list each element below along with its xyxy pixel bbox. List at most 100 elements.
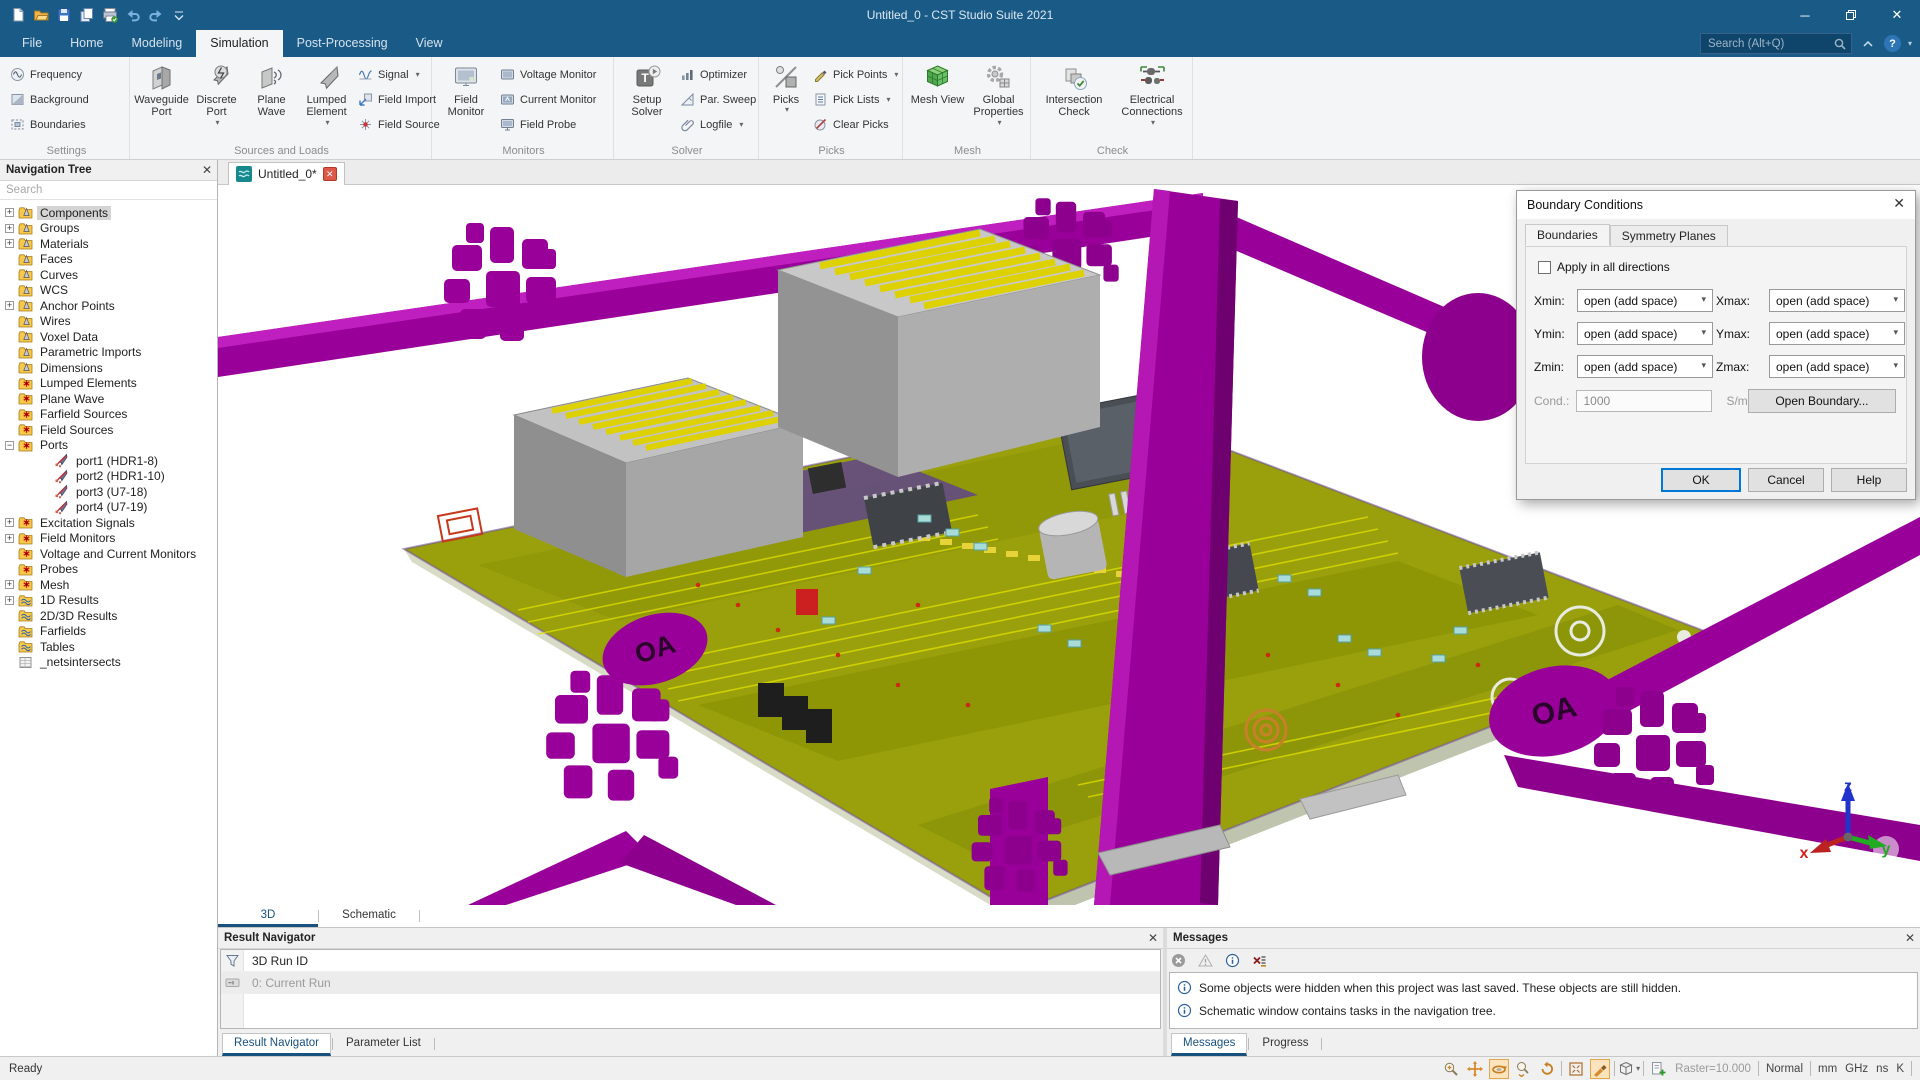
tree-item-wcs[interactable]: WCS [0,283,217,299]
print-button[interactable] [100,5,120,25]
dialog-tab-symmetry-planes[interactable]: Symmetry Planes [1610,225,1728,247]
tree-item-materials[interactable]: +Materials [0,236,217,252]
restore-button[interactable] [1828,0,1874,30]
ok-button[interactable]: OK [1661,468,1741,492]
optimizer-button[interactable]: Optimizer [676,62,760,87]
warnings-filter-button[interactable] [1198,953,1213,968]
close-button[interactable]: ✕ [1874,0,1920,30]
field-import-button[interactable]: Field Import [354,87,444,112]
run-id-filter-row[interactable]: 3D Run ID [221,950,1160,972]
customize-quick-access-button[interactable] [169,5,189,25]
tree-item-farfield-sources[interactable]: Farfield Sources [0,407,217,423]
run-row[interactable]: 0: Current Run [221,972,1160,994]
intersection-check-button[interactable]: Intersection Check [1035,60,1113,139]
unit-k[interactable]: K [1896,1063,1904,1075]
messages-close-icon[interactable]: ✕ [1905,928,1915,949]
ymin-select[interactable]: open (add space)▾ [1577,322,1713,345]
tab-modeling[interactable]: Modeling [118,30,197,57]
tree-search-input[interactable] [0,181,217,199]
minimize-button[interactable]: ─ [1782,0,1828,30]
background-button[interactable]: Background [6,87,93,112]
tab-home[interactable]: Home [56,30,117,57]
pan-button[interactable] [1465,1059,1485,1079]
document-tab-close-icon[interactable]: ✕ [323,167,337,181]
par-sweep-button[interactable]: Par. Sweep [676,87,760,112]
waveguide-port-button[interactable]: Waveguide Port [134,60,189,139]
tree-item-port4-u7-19[interactable]: port4 (U7-19) [0,500,217,516]
mesh-view-button[interactable]: Mesh View [907,60,968,139]
cube-menu-button[interactable]: ▾ [1619,1059,1639,1079]
expand-plus-icon[interactable]: + [5,518,14,527]
tab-file[interactable]: File [8,30,56,57]
dialog-titlebar[interactable]: Boundary Conditions ✕ [1517,191,1915,219]
errors-filter-button[interactable] [1171,953,1186,968]
tree-item-excitation-signals[interactable]: +Excitation Signals [0,515,217,531]
tree-item-voltage-and-current-monitors[interactable]: Voltage and Current Monitors [0,546,217,562]
boundaries-button[interactable]: Boundaries [6,112,93,137]
expand-plus-icon[interactable]: + [5,301,14,310]
dialog-close-icon[interactable]: ✕ [1893,195,1905,212]
field-probe-button[interactable]: Field Probe [496,112,600,137]
dialog-tab-boundaries[interactable]: Boundaries [1525,224,1610,246]
tree-item-plane-wave[interactable]: Plane Wave [0,391,217,407]
rotate-button[interactable] [1489,1059,1509,1079]
bottom-tab-result-navigator[interactable]: Result Navigator [222,1033,331,1056]
pick-points-button[interactable]: Pick Points▾ [809,62,902,87]
cancel-button[interactable]: Cancel [1748,468,1824,492]
tree-item-components[interactable]: +Components [0,205,217,221]
tree-item-curves[interactable]: Curves [0,267,217,283]
expand-plus-icon[interactable]: + [5,596,14,605]
viewport-tab-3d[interactable]: 3D [218,905,318,927]
tab-simulation[interactable]: Simulation [196,30,282,57]
help-dropdown-icon[interactable]: ▾ [1908,39,1912,48]
undo-button[interactable] [123,5,143,25]
unit-ghz[interactable]: GHz [1845,1063,1868,1075]
tree-item-farfields[interactable]: Farfields [0,624,217,640]
search-input[interactable] [1701,34,1851,53]
xmin-select[interactable]: open (add space)▾ [1577,289,1713,312]
bounding-frame-bottom-left[interactable] [468,831,776,905]
field-monitor-button[interactable]: Field Monitor [436,60,496,139]
tree-item-voxel-data[interactable]: Voxel Data [0,329,217,345]
picks-button[interactable]: Picks▾ [763,60,809,139]
navigation-tree-close-icon[interactable]: ✕ [202,160,212,181]
setup-solver-button[interactable]: TSetup Solver [618,60,676,139]
expand-plus-icon[interactable]: + [5,208,14,217]
raster-value[interactable]: Raster=10.000 [1675,1063,1751,1075]
tree-item-groups[interactable]: +Groups [0,221,217,237]
clear-messages-button[interactable] [1252,953,1267,968]
tree-item-port2-hdr1-10[interactable]: port2 (HDR1-10) [0,469,217,485]
tree-item-port3-u7-18[interactable]: port3 (U7-18) [0,484,217,500]
collapse-ribbon-icon[interactable] [1859,35,1877,53]
plane-wave-button[interactable]: Plane Wave [244,60,299,139]
zoom-in-button[interactable] [1441,1059,1461,1079]
tree-item-wires[interactable]: Wires [0,314,217,330]
zmax-select[interactable]: open (add space)▾ [1769,355,1905,378]
expand-plus-icon[interactable]: + [5,580,14,589]
clip-plane-button[interactable] [1590,1059,1610,1079]
checkbox-box[interactable] [1538,261,1551,274]
lumped-element-button[interactable]: Lumped Element▾ [299,60,354,139]
bottom-tab-messages[interactable]: Messages [1171,1033,1247,1056]
electrical-connections-button[interactable]: Electrical Connections▾ [1113,60,1191,139]
fit-view-button[interactable] [1566,1059,1586,1079]
message-row[interactable]: Schematic window contains tasks in the n… [1170,999,1917,1022]
save-button[interactable] [54,5,74,25]
tree-item-2d-3d-results[interactable]: 2D/3D Results [0,608,217,624]
ymax-select[interactable]: open (add space)▾ [1769,322,1905,345]
tree-item-1d-results[interactable]: +1D Results [0,593,217,609]
tree-item-port1-hdr1-8[interactable]: port1 (HDR1-8) [0,453,217,469]
tree-item-ports[interactable]: −Ports [0,438,217,454]
add-field-watch-button[interactable] [1648,1059,1668,1079]
signal-button[interactable]: Signal▾ [354,62,444,87]
tree-item-tables[interactable]: Tables [0,639,217,655]
tree-item-anchor-points[interactable]: +Anchor Points [0,298,217,314]
help-icon[interactable]: ? [1884,35,1901,52]
global-properties-button[interactable]: Global Properties▾ [968,60,1029,139]
copy-button[interactable] [77,5,97,25]
tree-item-dimensions[interactable]: Dimensions [0,360,217,376]
tree-item-lumped-elements[interactable]: Lumped Elements [0,376,217,392]
current-monitor-button[interactable]: Current Monitor [496,87,600,112]
zoom-range-button[interactable] [1513,1059,1533,1079]
tab-view[interactable]: View [402,30,457,57]
